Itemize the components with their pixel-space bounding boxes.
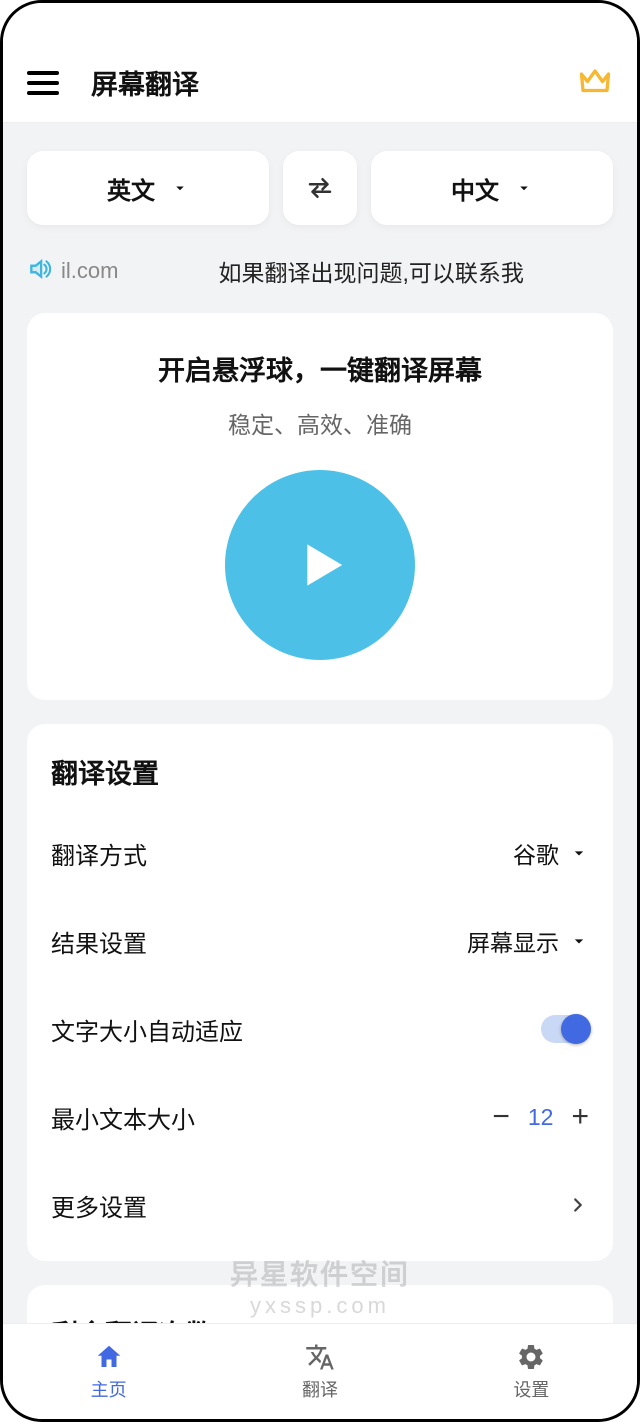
auto-text-size-toggle[interactable] — [541, 1015, 589, 1043]
more-settings-row[interactable]: 更多设置 — [51, 1161, 589, 1249]
nav-home-label: 主页 — [91, 1376, 127, 1402]
more-settings-label: 更多设置 — [51, 1188, 147, 1223]
notice-ticker: il.com 如果翻译出现问题,可以联系我 — [27, 247, 613, 295]
nav-home[interactable]: 主页 — [3, 1324, 214, 1419]
nav-settings[interactable]: 设置 — [426, 1324, 637, 1419]
app-header: 屏幕翻译 — [3, 43, 637, 123]
chevron-right-icon — [567, 1194, 589, 1216]
status-bar — [3, 3, 637, 43]
main-action-subtitle: 稳定、高效、准确 — [228, 406, 412, 440]
page-title: 屏幕翻译 — [91, 63, 577, 102]
play-icon — [282, 527, 358, 603]
result-display-row[interactable]: 结果设置 屏幕显示 — [51, 897, 589, 985]
crown-icon[interactable] — [577, 62, 613, 103]
chevron-down-icon — [569, 843, 589, 863]
home-icon — [94, 1342, 124, 1372]
main-action-title: 开启悬浮球，一键翻译屏幕 — [158, 349, 482, 388]
translation-settings-card: 翻译设置 翻译方式 谷歌 结果设置 屏幕显示 文字大小自动适应 — [27, 724, 613, 1261]
start-floating-ball-button[interactable] — [225, 470, 415, 660]
result-display-value: 屏幕显示 — [467, 924, 559, 958]
source-language-label: 英文 — [107, 171, 155, 206]
decrease-button[interactable]: − — [492, 1100, 510, 1134]
nav-translate-label: 翻译 — [302, 1376, 338, 1402]
ticker-text-right: 如果翻译出现问题,可以联系我 — [218, 254, 523, 288]
translation-method-value: 谷歌 — [513, 836, 559, 870]
target-language-label: 中文 — [451, 171, 499, 206]
settings-section-title: 翻译设置 — [51, 752, 589, 791]
chevron-down-icon — [515, 179, 533, 197]
min-text-size-stepper: − 12 + — [492, 1100, 589, 1134]
auto-text-size-label: 文字大小自动适应 — [51, 1012, 243, 1047]
swap-languages-button[interactable] — [283, 151, 357, 225]
chevron-down-icon — [171, 179, 189, 197]
min-text-size-label: 最小文本大小 — [51, 1100, 195, 1135]
main-action-card: 开启悬浮球，一键翻译屏幕 稳定、高效、准确 — [27, 313, 613, 700]
gear-icon — [516, 1342, 546, 1372]
result-display-label: 结果设置 — [51, 924, 147, 959]
language-selector-row: 英文 中文 — [27, 151, 613, 225]
translation-method-label: 翻译方式 — [51, 836, 147, 871]
speaker-icon — [27, 256, 53, 287]
swap-icon — [305, 173, 335, 203]
nav-settings-label: 设置 — [513, 1376, 549, 1402]
auto-text-size-row: 文字大小自动适应 — [51, 985, 589, 1073]
target-language-selector[interactable]: 中文 — [371, 151, 613, 225]
min-text-size-value: 12 — [528, 1104, 554, 1131]
bottom-navigation: 主页 翻译 设置 — [3, 1323, 637, 1419]
nav-translate[interactable]: 翻译 — [214, 1324, 425, 1419]
translation-method-row[interactable]: 翻译方式 谷歌 — [51, 809, 589, 897]
min-text-size-row: 最小文本大小 − 12 + — [51, 1073, 589, 1161]
increase-button[interactable]: + — [571, 1100, 589, 1134]
source-language-selector[interactable]: 英文 — [27, 151, 269, 225]
menu-button[interactable] — [27, 71, 59, 95]
chevron-down-icon — [569, 931, 589, 951]
translate-icon — [305, 1342, 335, 1372]
ticker-text-left: il.com — [61, 258, 118, 284]
